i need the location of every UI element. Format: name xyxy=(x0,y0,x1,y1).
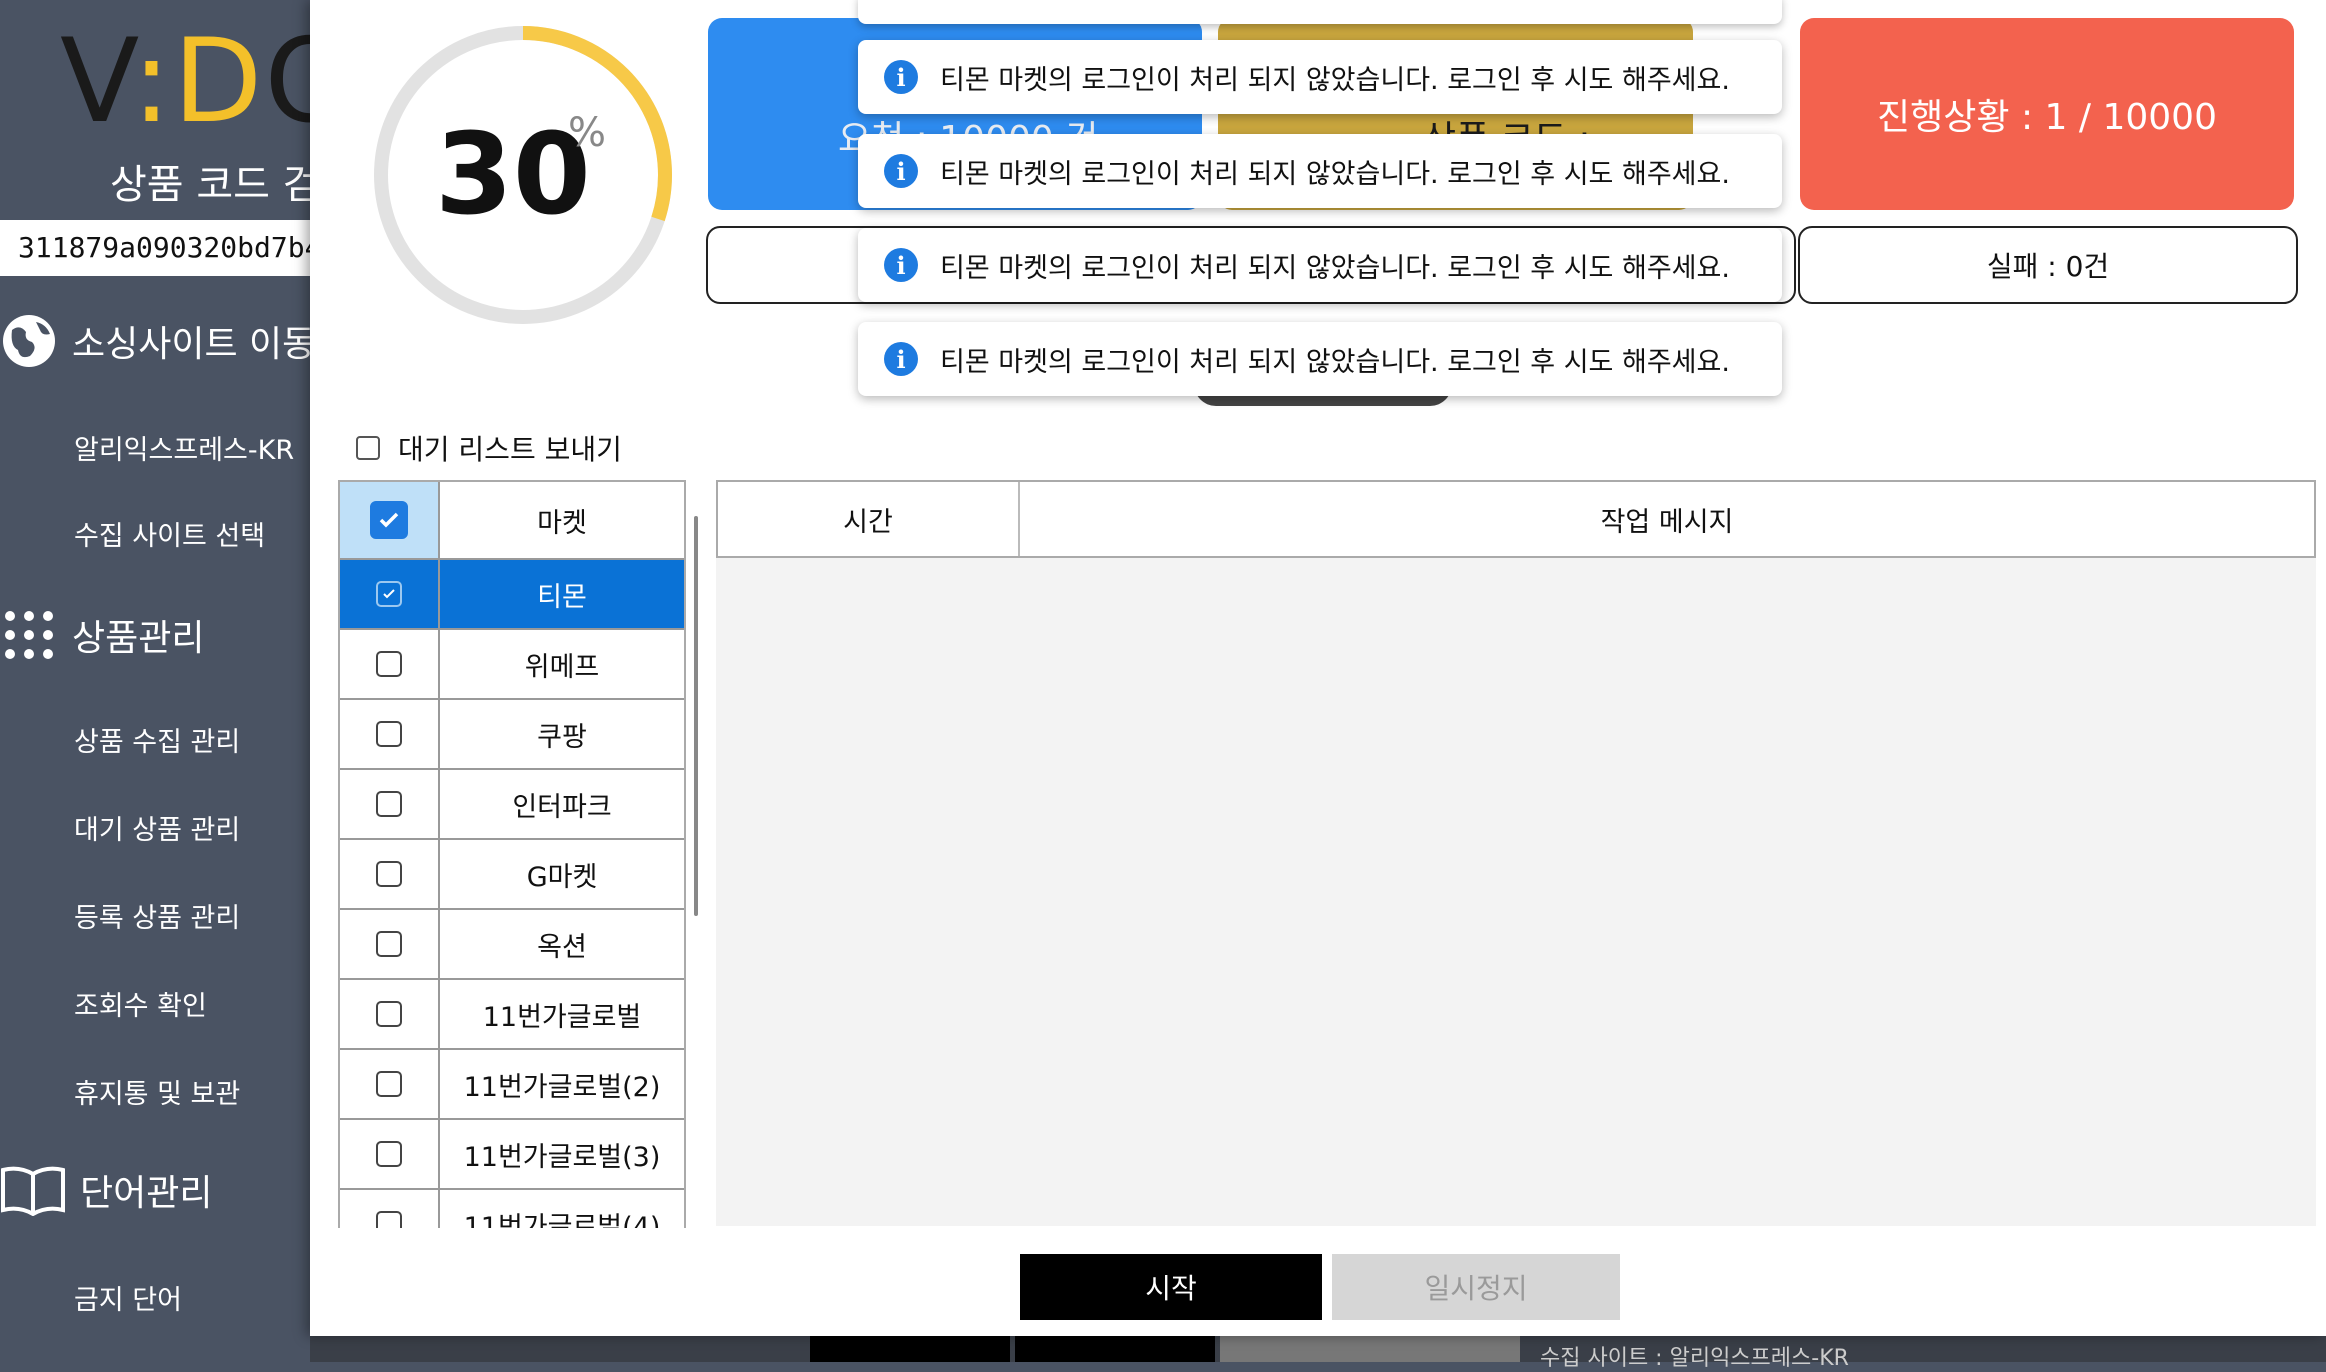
sidebar-item-collect[interactable]: 상품 수집 관리 xyxy=(74,720,240,759)
market-checkbox[interactable] xyxy=(376,931,402,957)
product-code-input[interactable]: 311879a090320bd7b45 xyxy=(0,220,310,276)
info-icon: i xyxy=(884,342,918,376)
market-checkbox[interactable] xyxy=(376,1001,402,1027)
market-table-header: 마켓 xyxy=(340,482,684,560)
market-table-scrollbar[interactable] xyxy=(694,516,698,916)
market-row[interactable]: G마켓 xyxy=(340,840,684,910)
sidebar-section-words[interactable]: 단어관리 xyxy=(0,1164,212,1216)
market-row[interactable]: 11번가글로벌(3) xyxy=(340,1120,684,1190)
sidebar-item-views[interactable]: 조회수 확인 xyxy=(74,984,207,1023)
market-name: 11번가글로벌(4) xyxy=(463,1211,661,1229)
market-column-header: 마켓 xyxy=(537,507,587,539)
market-row[interactable]: 쿠팡 xyxy=(340,700,684,770)
grid-dots-icon xyxy=(5,611,53,659)
toast-message: 티몬 마켓의 로그인이 처리 되지 않았습니다. 로그인 후 시도 해주세요. xyxy=(940,252,1730,284)
market-name: 11번가글로벌 xyxy=(482,1001,642,1033)
sidebar-section-sourcing-label: 소싱사이트 이동 xyxy=(72,324,316,365)
market-name: G마켓 xyxy=(526,861,598,893)
market-row[interactable]: 인터파크 xyxy=(340,770,684,840)
waitlist-option[interactable]: 대기 리스트 보내기 xyxy=(356,428,622,468)
sidebar-section-product-label: 상품관리 xyxy=(72,618,205,659)
sidebar: V:DO 상품 코드 검 311879a090320bd7b45 소싱사이트 이… xyxy=(0,0,356,1362)
sidebar-item-aliexpress[interactable]: 알리익스프레스-KR xyxy=(74,428,294,467)
market-table: 마켓 티몬 위메프 쿠팡 인터파크 G마켓 옥션 11번가글로벌 11번가글로벌… xyxy=(338,480,686,1228)
toast-message: 티몬 마켓의 로그인이 처리 되지 않았습니다. 로그인 후 시도 해주세요. xyxy=(940,64,1730,96)
sidebar-item-registered[interactable]: 등록 상품 관리 xyxy=(74,896,240,935)
book-icon xyxy=(0,1166,65,1216)
sidebar-item-pending[interactable]: 대기 상품 관리 xyxy=(74,808,240,847)
market-name: 11번가글로벌(2) xyxy=(463,1071,661,1103)
sidebar-section-product[interactable]: 상품관리 xyxy=(0,606,204,664)
market-name: 인터파크 xyxy=(512,791,612,823)
toast-notification[interactable]: i 티몬 마켓의 로그인이 처리 되지 않았습니다. 로그인 후 시도 해주세요… xyxy=(858,134,1782,208)
market-row[interactable]: 티몬 xyxy=(340,560,684,630)
time-column-header: 시간 xyxy=(718,482,1020,556)
market-checkbox[interactable] xyxy=(376,651,402,677)
background-window-strip: 수집 사이트 : 알리익스프레스-KR xyxy=(310,1336,2326,1371)
globe-icon xyxy=(3,315,55,367)
market-name: 쿠팡 xyxy=(537,721,587,753)
fail-count-box: 실패 : 0건 xyxy=(1798,226,2298,304)
market-checkbox[interactable] xyxy=(376,1071,402,1097)
market-name: 티몬 xyxy=(537,581,587,613)
start-button[interactable]: 시작 xyxy=(1020,1254,1322,1320)
market-row[interactable]: 옥션 xyxy=(340,910,684,980)
background-button xyxy=(1015,1336,1215,1362)
market-checkbox[interactable] xyxy=(376,861,402,887)
market-name: 위메프 xyxy=(524,651,600,683)
select-all-checkbox[interactable] xyxy=(370,501,408,539)
product-code-search-label: 상품 코드 검 xyxy=(110,162,320,208)
market-name: 11번가글로벌(3) xyxy=(463,1141,661,1173)
market-row[interactable]: 11번가글로벌 xyxy=(340,980,684,1050)
sidebar-item-banned-words[interactable]: 금지 단어 xyxy=(74,1278,182,1317)
sidebar-item-select-site[interactable]: 수집 사이트 선택 xyxy=(74,514,265,553)
sidebar-item-trash[interactable]: 휴지통 및 보관 xyxy=(74,1072,240,1111)
message-column-header: 작업 메시지 xyxy=(1600,506,1734,538)
market-checkbox[interactable] xyxy=(376,1211,402,1228)
check-icon xyxy=(379,512,399,528)
background-button xyxy=(810,1336,1010,1362)
market-checkbox[interactable] xyxy=(376,581,402,607)
market-row[interactable]: 11번가글로벌(2) xyxy=(340,1050,684,1120)
toast-message: 티몬 마켓의 로그인이 처리 되지 않았습니다. 로그인 후 시도 해주세요. xyxy=(940,346,1730,378)
market-name: 옥션 xyxy=(537,931,587,963)
toast-notification[interactable]: i 티몬 마켓의 로그인이 처리 되지 않았습니다. 로그인 후 시도 해주세요… xyxy=(858,322,1782,396)
sidebar-section-sourcing[interactable]: 소싱사이트 이동 xyxy=(0,312,315,370)
waitlist-checkbox[interactable] xyxy=(356,436,380,460)
toast-notification[interactable]: i 티몬 마켓의 로그인이 처리 되지 않았습니다. 로그인 후 시도 해주세요… xyxy=(858,40,1782,114)
sidebar-section-words-label: 단어관리 xyxy=(80,1173,213,1214)
work-log-header: 시간 작업 메시지 xyxy=(716,480,2316,558)
toast-message: 티몬 마켓의 로그인이 처리 되지 않았습니다. 로그인 후 시도 해주세요. xyxy=(940,158,1730,190)
progress-percent-unit: % xyxy=(568,110,607,156)
progress-status-card: 진행상황 : 1 / 10000 xyxy=(1800,18,2294,210)
market-checkbox[interactable] xyxy=(376,1141,402,1167)
info-icon: i xyxy=(884,60,918,94)
check-icon xyxy=(383,589,395,599)
collection-progress-dialog: 30 % 요청 : 10000 건 상품 코드 : 진행상황 : 1 / 100… xyxy=(310,0,2326,1336)
info-icon: i xyxy=(884,154,918,188)
market-checkbox[interactable] xyxy=(376,721,402,747)
background-button xyxy=(1220,1336,1520,1362)
market-checkbox[interactable] xyxy=(376,791,402,817)
waitlist-label: 대기 리스트 보내기 xyxy=(398,433,622,466)
background-status-text: 수집 사이트 : 알리익스프레스-KR xyxy=(1540,1346,1849,1371)
info-icon: i xyxy=(884,248,918,282)
toast-notification[interactable]: i 티몬 마켓의 로그인이 처리 되지 않았습니다. 로그인 후 시도 해주세요… xyxy=(858,228,1782,302)
market-row[interactable]: 위메프 xyxy=(340,630,684,700)
market-row[interactable]: 11번가글로벌(4) xyxy=(340,1190,684,1228)
pause-button[interactable]: 일시정지 xyxy=(1332,1254,1620,1320)
toast-notification xyxy=(858,0,1782,24)
work-log-table: 시간 작업 메시지 xyxy=(716,480,2316,1226)
